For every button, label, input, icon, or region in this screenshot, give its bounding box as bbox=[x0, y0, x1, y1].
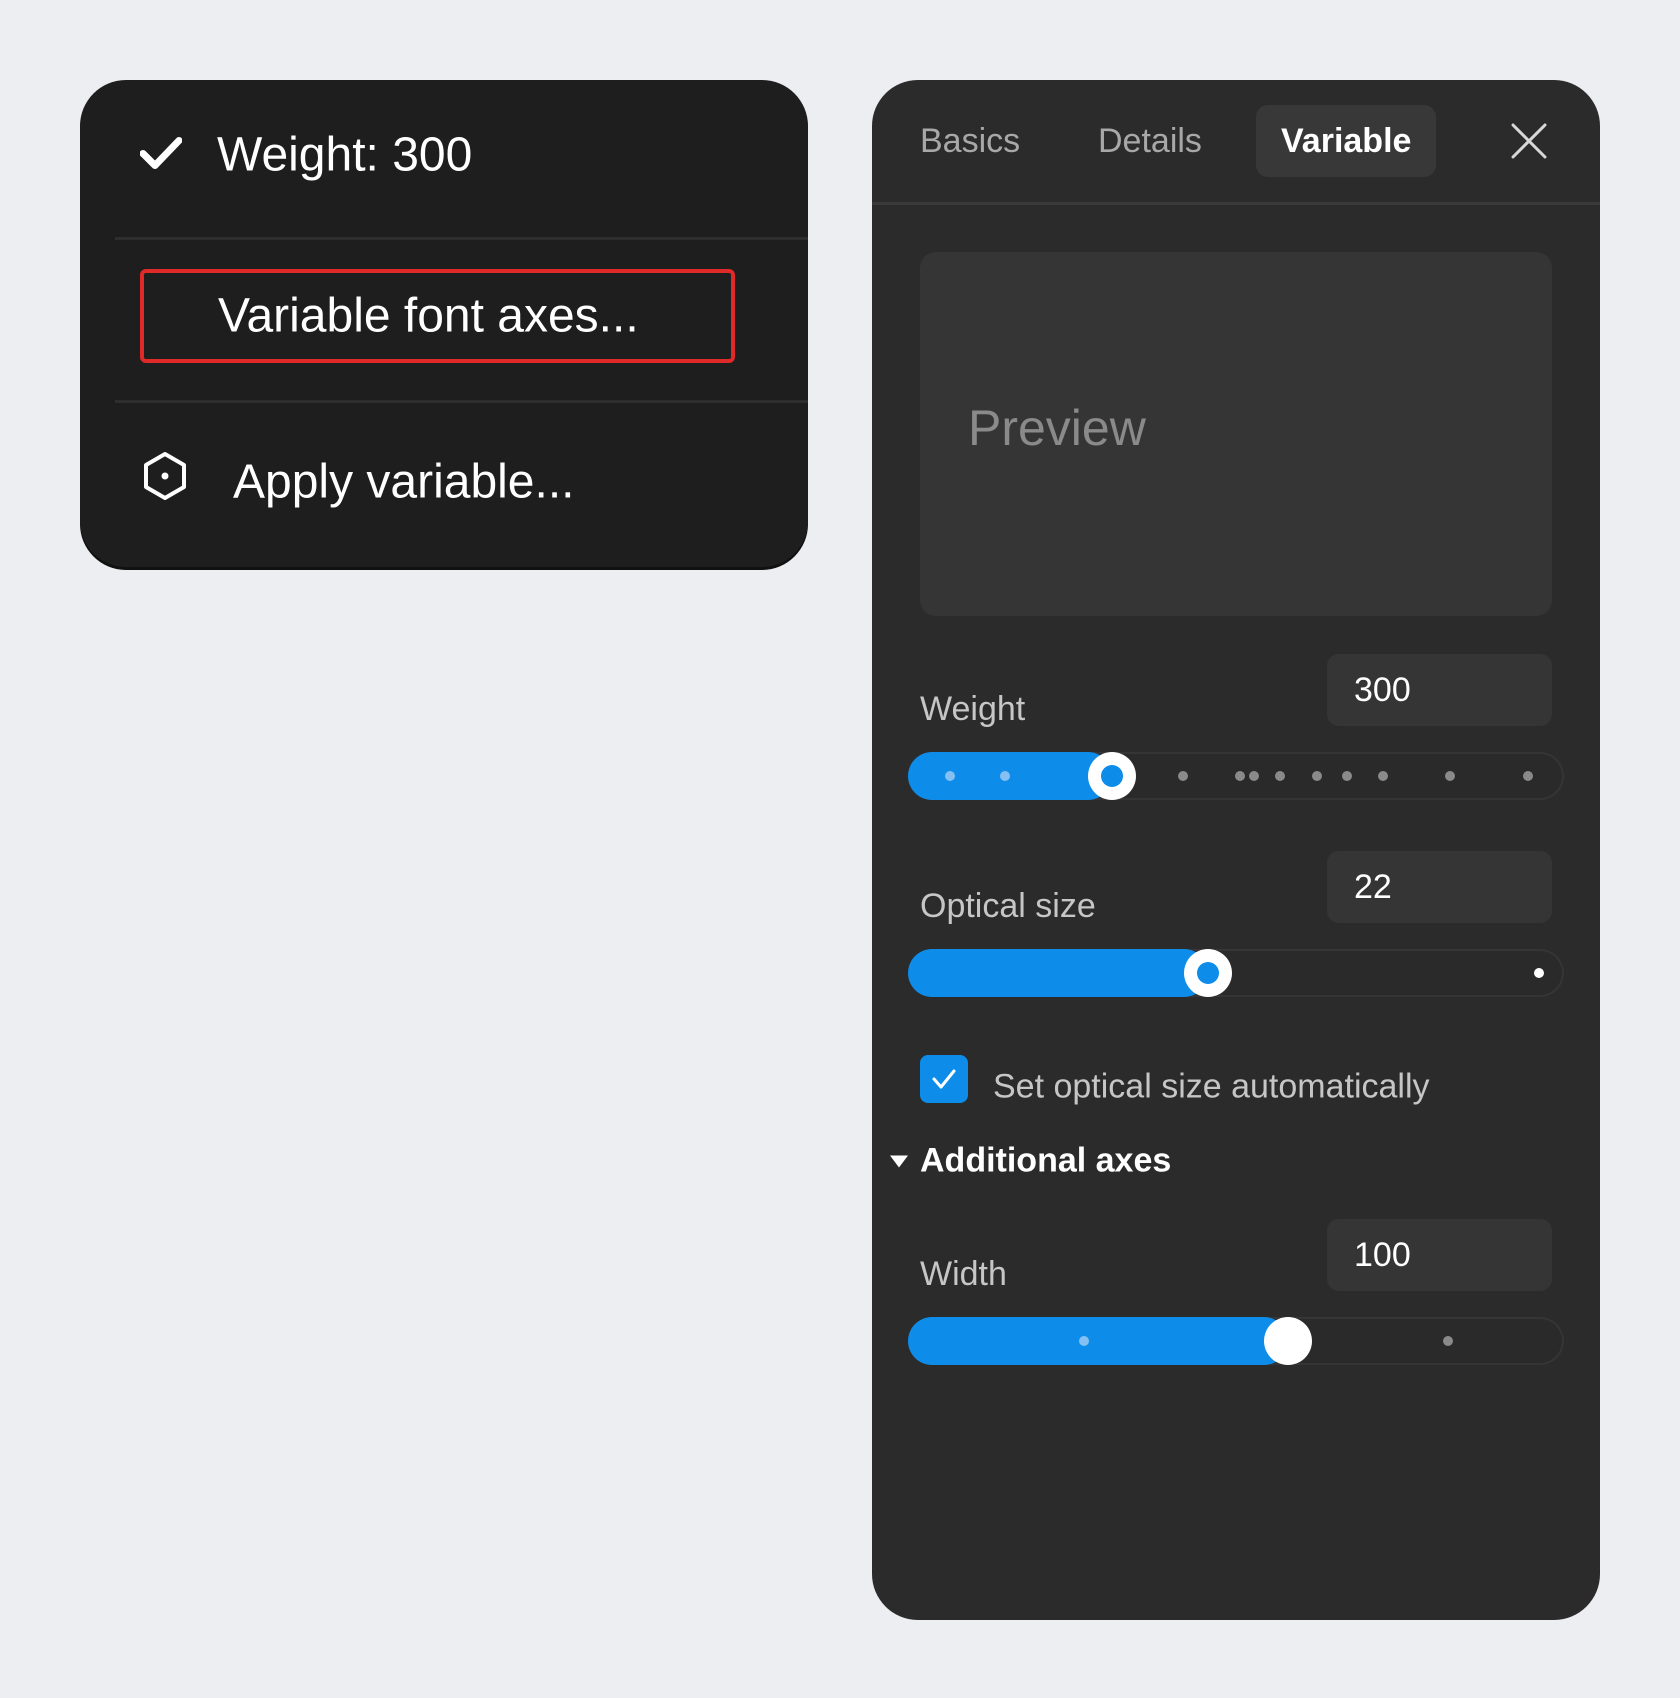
slider-tick bbox=[1443, 1336, 1453, 1346]
slider-tick bbox=[1249, 771, 1259, 781]
slider-tick bbox=[1178, 771, 1188, 781]
menu-divider bbox=[115, 237, 808, 240]
menu-item-variable-font-axes[interactable]: Variable font axes... bbox=[140, 269, 735, 363]
preview-text: Preview bbox=[968, 400, 1146, 456]
menu-item-weight[interactable]: Weight: 300 bbox=[80, 110, 808, 200]
slider-tick bbox=[1312, 771, 1322, 781]
tab-details[interactable]: Details bbox=[1073, 105, 1227, 177]
slider-tick bbox=[945, 771, 955, 781]
slider-tick bbox=[1534, 968, 1544, 978]
width-input[interactable] bbox=[1327, 1219, 1552, 1291]
font-preview: Preview bbox=[920, 252, 1552, 616]
context-menu: Weight: 300 Variable font axes... Apply … bbox=[80, 80, 808, 567]
weight-slider-fill bbox=[908, 752, 1112, 800]
width-slider[interactable] bbox=[908, 1317, 1564, 1365]
weight-input[interactable] bbox=[1327, 654, 1552, 726]
font-variable-panel: Basics Details Variable Preview Weight O… bbox=[872, 80, 1600, 1620]
slider-tick bbox=[1378, 771, 1388, 781]
optical-size-input[interactable] bbox=[1327, 851, 1552, 923]
width-slider-thumb[interactable] bbox=[1264, 1317, 1312, 1365]
menu-divider bbox=[115, 400, 808, 403]
menu-item-apply-variable[interactable]: Apply variable... bbox=[80, 437, 808, 527]
optical-size-slider[interactable] bbox=[908, 949, 1564, 997]
close-icon[interactable] bbox=[1510, 122, 1548, 160]
hexagon-icon bbox=[142, 451, 188, 513]
auto-optical-size-label: Set optical size automatically bbox=[993, 1067, 1430, 1106]
menu-item-apply-variable-label: Apply variable... bbox=[233, 455, 575, 509]
weight-slider-thumb[interactable] bbox=[1088, 752, 1136, 800]
optical-size-slider-fill bbox=[908, 949, 1208, 997]
checkmark-icon bbox=[139, 128, 183, 183]
tab-bar: Basics Details Variable bbox=[872, 80, 1600, 205]
slider-tick bbox=[1275, 771, 1285, 781]
optical-size-label: Optical size bbox=[920, 887, 1096, 925]
slider-tick bbox=[1235, 771, 1245, 781]
weight-label: Weight bbox=[920, 690, 1026, 728]
slider-tick bbox=[1000, 771, 1010, 781]
slider-tick bbox=[1079, 1336, 1089, 1346]
slider-tick bbox=[1523, 771, 1533, 781]
slider-tick bbox=[1342, 771, 1352, 781]
tab-basics[interactable]: Basics bbox=[895, 105, 1045, 177]
menu-item-variable-font-axes-label: Variable font axes... bbox=[218, 289, 639, 343]
width-label: Width bbox=[920, 1255, 1007, 1293]
width-slider-fill bbox=[908, 1317, 1288, 1365]
additional-axes-toggle[interactable]: Additional axes bbox=[890, 1142, 1171, 1181]
additional-axes-title: Additional axes bbox=[920, 1141, 1172, 1180]
slider-tick bbox=[1445, 771, 1455, 781]
caret-down-icon bbox=[890, 1155, 908, 1167]
optical-size-slider-thumb[interactable] bbox=[1184, 949, 1232, 997]
weight-slider[interactable] bbox=[908, 752, 1564, 800]
tab-variable[interactable]: Variable bbox=[1256, 105, 1436, 177]
menu-item-weight-label: Weight: 300 bbox=[217, 128, 473, 182]
auto-optical-size-checkbox[interactable] bbox=[920, 1055, 968, 1103]
